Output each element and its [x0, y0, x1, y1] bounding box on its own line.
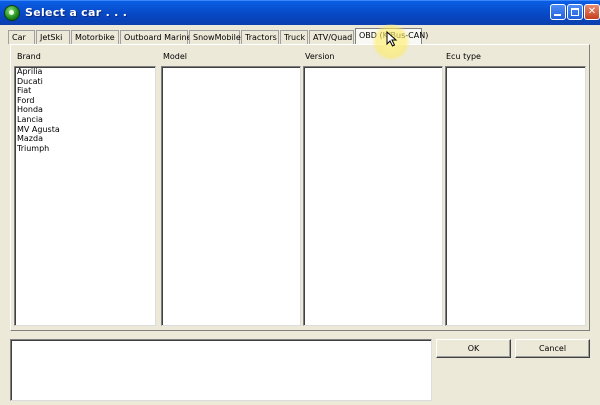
- version-list[interactable]: [303, 66, 443, 326]
- list-item-brand[interactable]: Lancia: [15, 115, 155, 125]
- version-column-header: Version: [305, 52, 335, 61]
- mouse-pointer-icon: [386, 31, 398, 47]
- ecu-type-list[interactable]: [445, 66, 586, 326]
- list-item-brand[interactable]: Ford: [15, 96, 155, 106]
- tab-motorbike[interactable]: Motorbike: [71, 30, 119, 44]
- close-icon[interactable]: ✕: [584, 4, 600, 20]
- tab-atv-quad[interactable]: ATV/Quad: [309, 30, 354, 44]
- title-bar[interactable]: Select a car . . . ✕: [0, 0, 600, 25]
- model-list[interactable]: [161, 66, 301, 326]
- ok-button[interactable]: OK: [436, 339, 511, 358]
- tab-snowmobile[interactable]: SnowMobile: [189, 30, 241, 44]
- model-column-header: Model: [163, 52, 188, 61]
- list-item-brand[interactable]: MV Agusta: [15, 125, 155, 135]
- maximize-icon[interactable]: [567, 4, 583, 20]
- brand-column-header: Brand: [17, 52, 41, 61]
- cancel-button[interactable]: Cancel: [515, 339, 590, 358]
- minimize-icon[interactable]: [550, 4, 566, 20]
- list-item-brand[interactable]: Triumph: [15, 144, 155, 154]
- window-title: Select a car . . .: [25, 6, 128, 19]
- ecu-type-column-header: Ecu type: [446, 52, 481, 61]
- tab-tractors[interactable]: Tractors: [241, 30, 279, 44]
- select-car-dialog: Select a car . . . ✕ Car JetSki Motorbik…: [0, 0, 600, 405]
- tab-jetski[interactable]: JetSki: [36, 30, 70, 44]
- list-item-brand[interactable]: Fiat: [15, 86, 155, 96]
- list-item-brand[interactable]: Ducati: [15, 77, 155, 87]
- list-item-brand[interactable]: Honda: [15, 105, 155, 115]
- info-text-box[interactable]: [10, 339, 432, 401]
- tab-outboard-marine[interactable]: Outboard Marine: [120, 30, 191, 44]
- tab-car[interactable]: Car: [8, 30, 35, 44]
- brand-list[interactable]: Aprilia Ducati Fiat Ford Honda Lancia MV…: [14, 66, 156, 326]
- car-app-icon: [4, 5, 20, 21]
- list-item-brand[interactable]: Mazda: [15, 134, 155, 144]
- list-item-brand[interactable]: Aprilia: [15, 67, 155, 77]
- tab-truck[interactable]: Truck: [280, 30, 308, 44]
